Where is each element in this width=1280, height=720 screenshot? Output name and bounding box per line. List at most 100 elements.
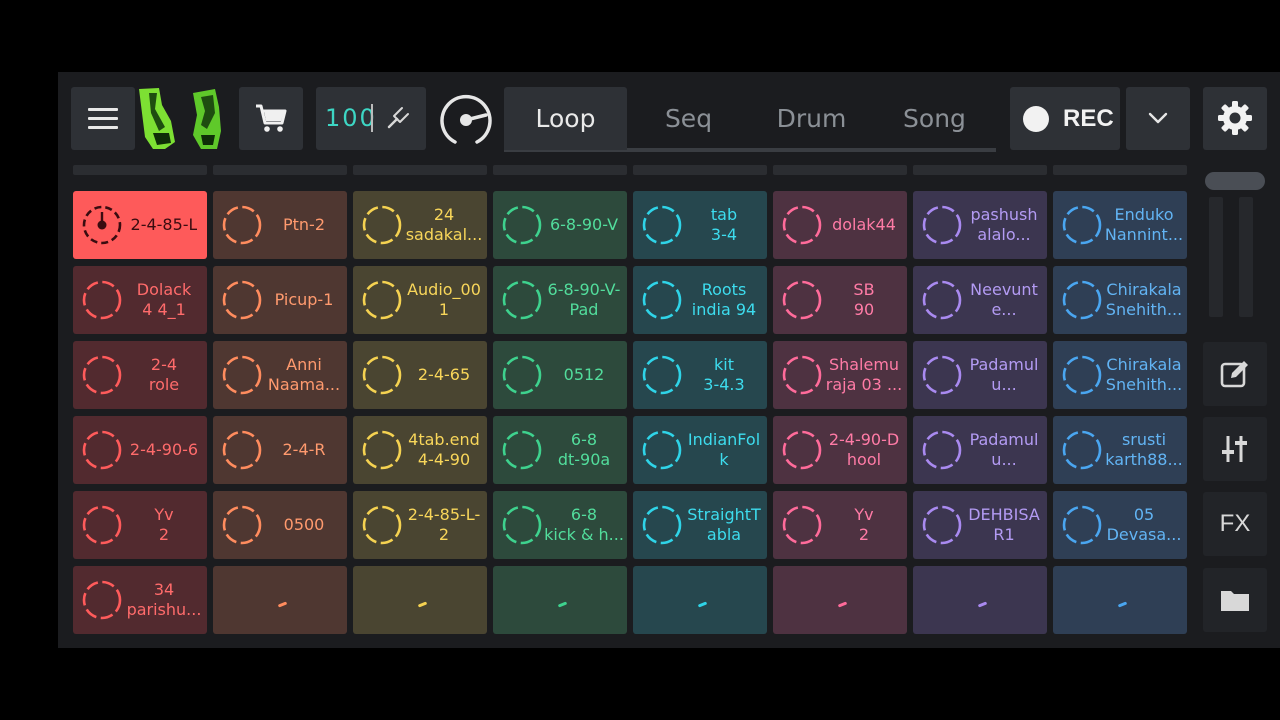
tab-song[interactable]: Song <box>873 87 996 150</box>
loop-ring-icon <box>502 280 542 320</box>
loop-ring-icon <box>362 355 402 395</box>
pad-label-line: karth88... <box>1105 450 1183 469</box>
loop-pad[interactable]: pashush alalo... <box>913 191 1047 259</box>
volume-slider-track-left[interactable] <box>1209 197 1223 317</box>
pad-label-line: abla <box>706 525 742 544</box>
tuning-fork-icon[interactable] <box>386 106 410 130</box>
pad-label-line: u... <box>991 450 1017 469</box>
loop-pad[interactable]: Padamul u... <box>913 416 1047 484</box>
empty-slot-mark <box>557 601 568 608</box>
column-header[interactable] <box>913 165 1047 175</box>
empty-pad[interactable] <box>633 566 767 634</box>
loop-pad[interactable]: Roots india 94 <box>633 266 767 334</box>
empty-pad[interactable] <box>213 566 347 634</box>
loop-pad[interactable]: 0500 <box>213 491 347 559</box>
loop-pad[interactable]: 6-8-90-V <box>493 191 627 259</box>
column-header[interactable] <box>213 165 347 175</box>
loop-pad[interactable]: 4tab.end 4-4-90 <box>353 416 487 484</box>
mixer-button[interactable] <box>1203 417 1267 481</box>
pad-label-line: Yv <box>854 505 874 524</box>
gear-icon <box>1218 101 1252 135</box>
loop-pad[interactable]: Shalemu raja 03 ... <box>773 341 907 409</box>
volume-slider-track-right[interactable] <box>1239 197 1253 317</box>
loop-pad[interactable]: srusti karth88... <box>1053 416 1187 484</box>
empty-pad[interactable] <box>773 566 907 634</box>
metronome-knob-icon[interactable] <box>438 92 494 148</box>
tab-seq[interactable]: Seq <box>627 87 750 150</box>
pad-label: 0512 <box>541 341 627 409</box>
tab-drum[interactable]: Drum <box>750 87 873 150</box>
empty-slot-mark <box>277 601 288 608</box>
store-button[interactable] <box>239 87 303 150</box>
loop-pad[interactable]: kit 3-4.3 <box>633 341 767 409</box>
loop-pad-playing[interactable]: 2-4-85-L <box>73 191 207 259</box>
loop-pad[interactable]: tab 3-4 <box>633 191 767 259</box>
loop-pad[interactable]: Chirakala Snehith... <box>1053 266 1187 334</box>
pad-label-line: 4 4_1 <box>142 300 186 319</box>
record-dot-icon <box>1023 106 1049 132</box>
loop-pad[interactable]: 2-4-90-D hool <box>773 416 907 484</box>
loop-pad[interactable]: 0512 <box>493 341 627 409</box>
record-button[interactable]: REC <box>1010 87 1120 150</box>
loop-pad[interactable]: 2-4-R <box>213 416 347 484</box>
pad-label-line: Snehith... <box>1105 375 1183 394</box>
column-header[interactable] <box>633 165 767 175</box>
empty-pad[interactable] <box>1053 566 1187 634</box>
pad-label-line: IndianFol <box>687 430 761 449</box>
loop-pad[interactable]: Anni Naama... <box>213 341 347 409</box>
pad-label-line: 2-4-R <box>282 440 326 459</box>
loop-pad[interactable]: Picup-1 <box>213 266 347 334</box>
empty-pad[interactable] <box>493 566 627 634</box>
pad-label-line: 6-8 <box>570 505 598 524</box>
loop-pad[interactable]: 2-4-65 <box>353 341 487 409</box>
loop-pad[interactable]: Neevunt e... <box>913 266 1047 334</box>
loop-pad[interactable]: 6-8 dt-90a <box>493 416 627 484</box>
loop-pad[interactable]: 2-4-85-L- 2 <box>353 491 487 559</box>
volume-slider-thumb[interactable] <box>1205 172 1265 190</box>
column-header[interactable] <box>1053 165 1187 175</box>
loop-pad[interactable]: 6-8 kick & h... <box>493 491 627 559</box>
pad-label-line: 2 <box>438 525 450 544</box>
settings-button[interactable] <box>1203 87 1267 150</box>
loop-pad[interactable]: Padamul u... <box>913 341 1047 409</box>
bpm-value[interactable]: 100 <box>325 104 377 132</box>
loop-pad[interactable]: 34 parishu... <box>73 566 207 634</box>
loop-pad[interactable]: SB 90 <box>773 266 907 334</box>
column-header[interactable] <box>73 165 207 175</box>
fx-button[interactable]: FX <box>1203 492 1267 556</box>
menu-button[interactable] <box>71 87 135 150</box>
loop-pad[interactable]: Enduko Nannint... <box>1053 191 1187 259</box>
loop-pad[interactable]: 05 Devasa... <box>1053 491 1187 559</box>
loop-pad[interactable]: StraightT abla <box>633 491 767 559</box>
empty-pad[interactable] <box>353 566 487 634</box>
loop-pad[interactable]: Yv 2 <box>773 491 907 559</box>
column-header[interactable] <box>353 165 487 175</box>
column-header[interactable] <box>773 165 907 175</box>
empty-pad[interactable] <box>913 566 1047 634</box>
column-header[interactable] <box>493 165 627 175</box>
loop-pad[interactable]: dolak44 <box>773 191 907 259</box>
loop-pad[interactable]: Audio_00 1 <box>353 266 487 334</box>
loop-pad[interactable]: IndianFol k <box>633 416 767 484</box>
loop-pad[interactable]: Yv 2 <box>73 491 207 559</box>
loop-pad[interactable]: 24 sadakal... <box>353 191 487 259</box>
pad-label: 2-4 role <box>121 341 207 409</box>
bpm-field[interactable]: 100 <box>316 87 426 150</box>
loop-pad[interactable]: DEHBISA R1 <box>913 491 1047 559</box>
mode-tabs: Loop Seq Drum Song <box>504 87 996 152</box>
loop-pad[interactable]: 6-8-90-V- Pad <box>493 266 627 334</box>
loop-pad[interactable]: 2-4 role <box>73 341 207 409</box>
pad-label: Dolack 4 4_1 <box>121 266 207 334</box>
tab-loop[interactable]: Loop <box>504 87 627 150</box>
record-options-dropdown[interactable] <box>1126 87 1190 150</box>
loop-pad[interactable]: Dolack 4 4_1 <box>73 266 207 334</box>
pad-label-line: 3-4.3 <box>703 375 745 394</box>
edit-button[interactable] <box>1203 342 1267 406</box>
pad-label: 2-4-65 <box>401 341 487 409</box>
folder-button[interactable] <box>1203 568 1267 632</box>
pad-label-line: srusti <box>1121 430 1167 449</box>
loop-pad[interactable]: Ptn-2 <box>213 191 347 259</box>
loop-pad[interactable]: 2-4-90-6 <box>73 416 207 484</box>
loop-ring-icon <box>1062 430 1102 470</box>
loop-pad[interactable]: Chirakala Snehith... <box>1053 341 1187 409</box>
